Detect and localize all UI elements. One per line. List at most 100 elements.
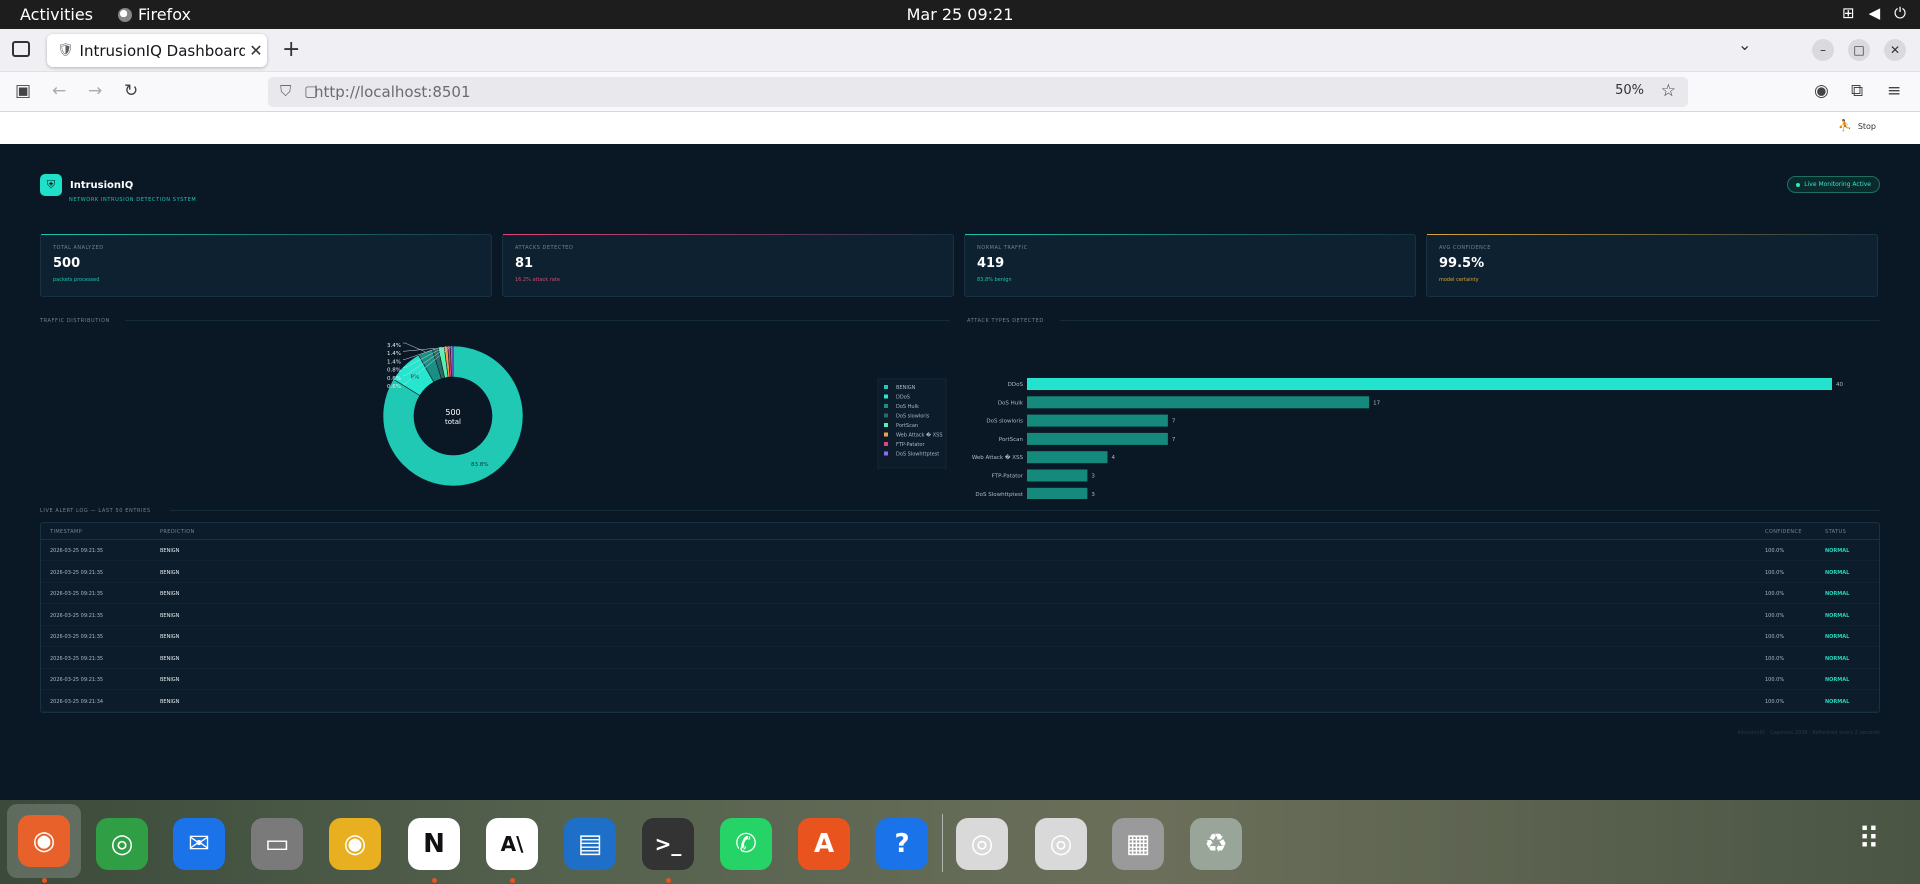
dock-item-files[interactable]: ▭ — [249, 816, 305, 872]
bar-ftp-patator[interactable] — [1027, 469, 1088, 482]
minimize-button[interactable]: – — [1812, 39, 1834, 61]
sidebar-icon[interactable]: ▣ — [15, 81, 31, 101]
column-header[interactable]: CONFIDENCE — [1765, 529, 1802, 535]
dock-item-trash[interactable]: ♻ — [1188, 816, 1244, 872]
zoom-level[interactable]: 50% — [1615, 83, 1644, 98]
table-header: TIMESTAMP PREDICTION CONFIDENCE STATUS — [41, 523, 1879, 540]
legend-label[interactable]: DoS Hulk — [896, 404, 919, 410]
alert-log-table: TIMESTAMP PREDICTION CONFIDENCE STATUS 2… — [40, 522, 1880, 713]
running-app-dot — [432, 878, 437, 883]
address-bar[interactable]: ⛉ ▢ http://localhost:8501 50% ☆ — [268, 77, 1688, 107]
cell-timestamp: 2026-03-25 09:21:35 — [50, 655, 104, 662]
system-tray[interactable]: ⊞ ◀ ⏻ — [1842, 4, 1906, 22]
dock-item-whatsapp[interactable]: ✆ — [718, 816, 774, 872]
cell-timestamp: 2026-03-25 09:21:35 — [50, 612, 104, 619]
legend-label[interactable]: PortScan — [896, 423, 918, 429]
cell-prediction: BENIGN — [160, 655, 180, 662]
dock-item-thunderbird[interactable]: ✉ — [171, 816, 227, 872]
chrome-icon: ◎ — [96, 818, 148, 870]
running-indicator[interactable]: ⛹ Stop — [1838, 119, 1876, 132]
new-tab-button[interactable]: + — [282, 37, 300, 62]
dock-item-disc-2[interactable]: ◎ — [1033, 816, 1089, 872]
extensions-icon[interactable]: ⧉ — [1851, 81, 1863, 101]
dock-item-anthropic[interactable]: A\ — [484, 816, 540, 872]
cell-prediction: BENIGN — [160, 591, 180, 597]
metric-label: NORMAL TRAFFIC — [977, 245, 1028, 251]
shield-icon: 🛡 — [57, 43, 74, 58]
activities-button[interactable]: Activities — [20, 5, 93, 24]
dock-item-notion[interactable]: N — [406, 816, 462, 872]
dock-item-terminal[interactable]: >_ — [640, 816, 696, 872]
metric-card-normal: NORMAL TRAFFIC 419 83.8% benign — [964, 234, 1416, 297]
cell-status: NORMAL — [1825, 591, 1850, 597]
notion-icon: N — [408, 818, 460, 870]
pie-slice-label: 0.6% — [387, 376, 401, 382]
network-icon[interactable]: ⊞ — [1842, 4, 1855, 22]
cell-confidence: 100.0% — [1765, 655, 1785, 662]
thunderbird-icon: ✉ — [173, 818, 225, 870]
pie-slice-label: 8% — [410, 374, 419, 380]
url-text[interactable]: http://localhost:8501 — [314, 83, 471, 101]
app-menu[interactable]: Firefox — [118, 5, 191, 24]
bar-dos-hulk[interactable] — [1027, 396, 1370, 409]
column-header[interactable]: STATUS — [1825, 529, 1846, 535]
close-window-button[interactable]: ✕ — [1884, 39, 1906, 61]
clock[interactable]: Mar 25 09:21 — [0, 5, 1920, 24]
divider — [170, 510, 1880, 511]
power-icon[interactable]: ⏻ — [1894, 4, 1906, 22]
bar-dos-slowhttptest[interactable] — [1027, 487, 1088, 499]
dock-item-disc-1[interactable]: ◎ — [954, 816, 1010, 872]
tab-list-icon[interactable] — [12, 41, 30, 57]
bookmark-star-icon[interactable]: ☆ — [1661, 81, 1676, 101]
legend-label[interactable]: Web Attack � XSS — [896, 432, 943, 439]
page-info-icon[interactable]: ▢ — [304, 82, 318, 100]
cell-status: NORMAL — [1825, 612, 1850, 619]
legend-label[interactable]: DDoS — [896, 395, 910, 401]
dock-item-help[interactable]: ? — [874, 816, 930, 872]
cell-confidence: 100.0% — [1765, 591, 1785, 597]
dock-item-save-drive[interactable]: ▦ — [1110, 816, 1166, 872]
browser-tab[interactable]: 🛡 IntrusionIQ Dashboard ✕ — [47, 34, 267, 67]
dock-item-rhythmbox[interactable]: ◉ — [327, 816, 383, 872]
card-accent — [41, 234, 491, 235]
attack-types-bar-chart: DDoS 40 DoS Hulk 17 DoS slowloris 7 PortScan 7 W… — [972, 378, 1843, 499]
cell-prediction: BENIGN — [160, 677, 180, 683]
legend-label[interactable]: DoS slowloris — [896, 414, 930, 420]
divider — [125, 320, 950, 321]
table-row: 2026-03-25 09:21:35 BENIGN 100.0% NORMAL — [41, 583, 1879, 604]
cell-confidence: 100.0% — [1765, 698, 1785, 705]
cell-timestamp: 2026-03-25 09:21:35 — [50, 569, 104, 576]
legend-label[interactable]: DoS Slowhttptest — [896, 452, 939, 458]
cell-status: NORMAL — [1825, 677, 1850, 683]
live-status-badge: Live Monitoring Active — [1787, 176, 1880, 193]
dock-item-writer[interactable]: ▤ — [562, 816, 618, 872]
dock-item-app-center[interactable]: A — [796, 816, 852, 872]
trash-icon: ♻ — [1190, 818, 1242, 870]
dock-item-chrome[interactable]: ◎ — [94, 816, 150, 872]
bar-category-label: DDoS — [1008, 382, 1024, 388]
stop-button[interactable]: Stop — [1858, 122, 1876, 132]
list-all-tabs-icon[interactable]: ⌄ — [1738, 35, 1751, 54]
forward-icon[interactable]: → — [88, 81, 102, 101]
legend-label[interactable]: BENIGN — [896, 385, 916, 391]
column-header[interactable]: PREDICTION — [160, 529, 195, 535]
metric-subtext: packets processed — [53, 277, 100, 283]
dock-item-firefox[interactable]: ◉ — [7, 804, 81, 878]
volume-icon[interactable]: ◀ — [1869, 4, 1881, 22]
bar-portscan[interactable] — [1027, 432, 1168, 445]
back-icon[interactable]: ← — [52, 81, 66, 101]
bar-dos-slowloris[interactable] — [1027, 414, 1168, 427]
account-icon[interactable]: ◉ — [1814, 81, 1829, 101]
bar-ddos[interactable] — [1027, 378, 1832, 390]
column-header[interactable]: TIMESTAMP — [50, 529, 82, 535]
legend-label[interactable]: FTP-Patator — [896, 442, 925, 448]
cell-status: NORMAL — [1825, 655, 1850, 662]
bar-web-attack-xss[interactable] — [1027, 451, 1108, 464]
show-apps-icon[interactable]: ⠿ — [1858, 822, 1880, 857]
maximize-button[interactable]: □ — [1848, 39, 1870, 61]
tracking-shield-icon[interactable]: ⛉ — [280, 82, 291, 100]
reload-icon[interactable]: ↻ — [124, 81, 138, 101]
footer-note: IntrusionIQ · Capstone 2026 · Refreshed … — [1737, 730, 1880, 736]
close-tab-icon[interactable]: ✕ — [245, 41, 267, 60]
menu-icon[interactable]: ≡ — [1887, 81, 1901, 101]
